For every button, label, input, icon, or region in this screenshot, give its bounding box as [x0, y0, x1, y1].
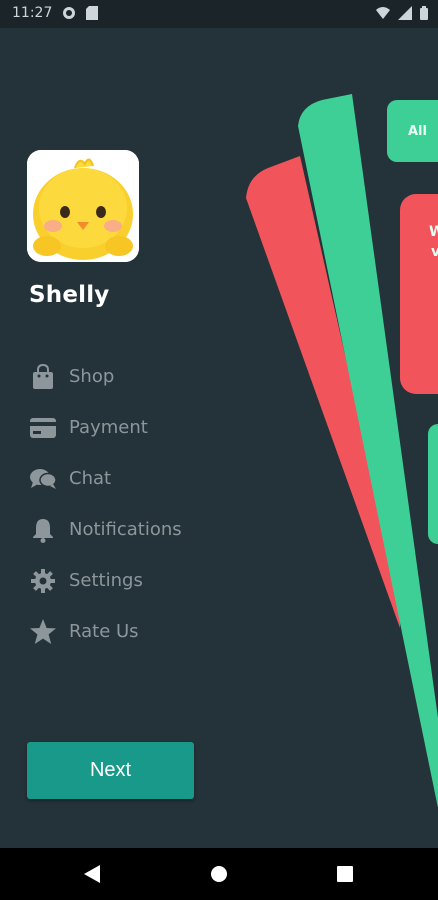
- menu-item-label: Notifications: [69, 519, 182, 540]
- menu-item-payment[interactable]: Payment: [28, 402, 182, 453]
- menu-item-shop[interactable]: Shop: [28, 351, 182, 402]
- credit-card-icon: [28, 413, 58, 443]
- drawer-menu: Shop Payment Chat Notifications Settings: [28, 351, 182, 657]
- profile-name: Shelly: [29, 282, 110, 308]
- status-bar: 11:27: [0, 0, 438, 28]
- menu-item-label: Shop: [69, 366, 115, 387]
- app-notification-icon: [62, 6, 76, 24]
- shopping-bag-icon: [28, 362, 58, 392]
- star-icon: [28, 617, 58, 647]
- green-side-card: [428, 424, 438, 544]
- wifi-icon: [376, 6, 390, 24]
- status-time: 11:27: [12, 5, 53, 21]
- red-card-text: W: [429, 224, 438, 240]
- chat-bubbles-icon: [28, 464, 58, 494]
- recents-icon[interactable]: [333, 862, 357, 886]
- menu-item-rate-us[interactable]: Rate Us: [28, 606, 182, 657]
- signal-icon: [398, 6, 412, 24]
- gear-icon: [28, 566, 58, 596]
- menu-item-label: Rate Us: [69, 621, 139, 642]
- menu-item-label: Payment: [69, 417, 148, 438]
- avatar[interactable]: [27, 150, 139, 262]
- battery-icon: [420, 6, 428, 24]
- drawer-screen: All W v Shelly Shop Payment Chat Notific…: [0, 28, 438, 848]
- menu-item-chat[interactable]: Chat: [28, 453, 182, 504]
- sd-card-icon: [86, 6, 98, 24]
- menu-item-notifications[interactable]: Notifications: [28, 504, 182, 555]
- menu-item-label: Chat: [69, 468, 112, 489]
- home-icon[interactable]: [207, 862, 231, 886]
- system-nav-bar: [0, 848, 438, 900]
- chick-avatar-image: [27, 150, 139, 262]
- red-card-text-2: v: [431, 244, 438, 260]
- all-tab-label: All: [408, 124, 427, 139]
- menu-item-settings[interactable]: Settings: [28, 555, 182, 606]
- bell-icon: [28, 515, 58, 545]
- next-button[interactable]: Next: [27, 742, 194, 799]
- back-icon[interactable]: [80, 862, 104, 886]
- menu-item-label: Settings: [69, 570, 143, 591]
